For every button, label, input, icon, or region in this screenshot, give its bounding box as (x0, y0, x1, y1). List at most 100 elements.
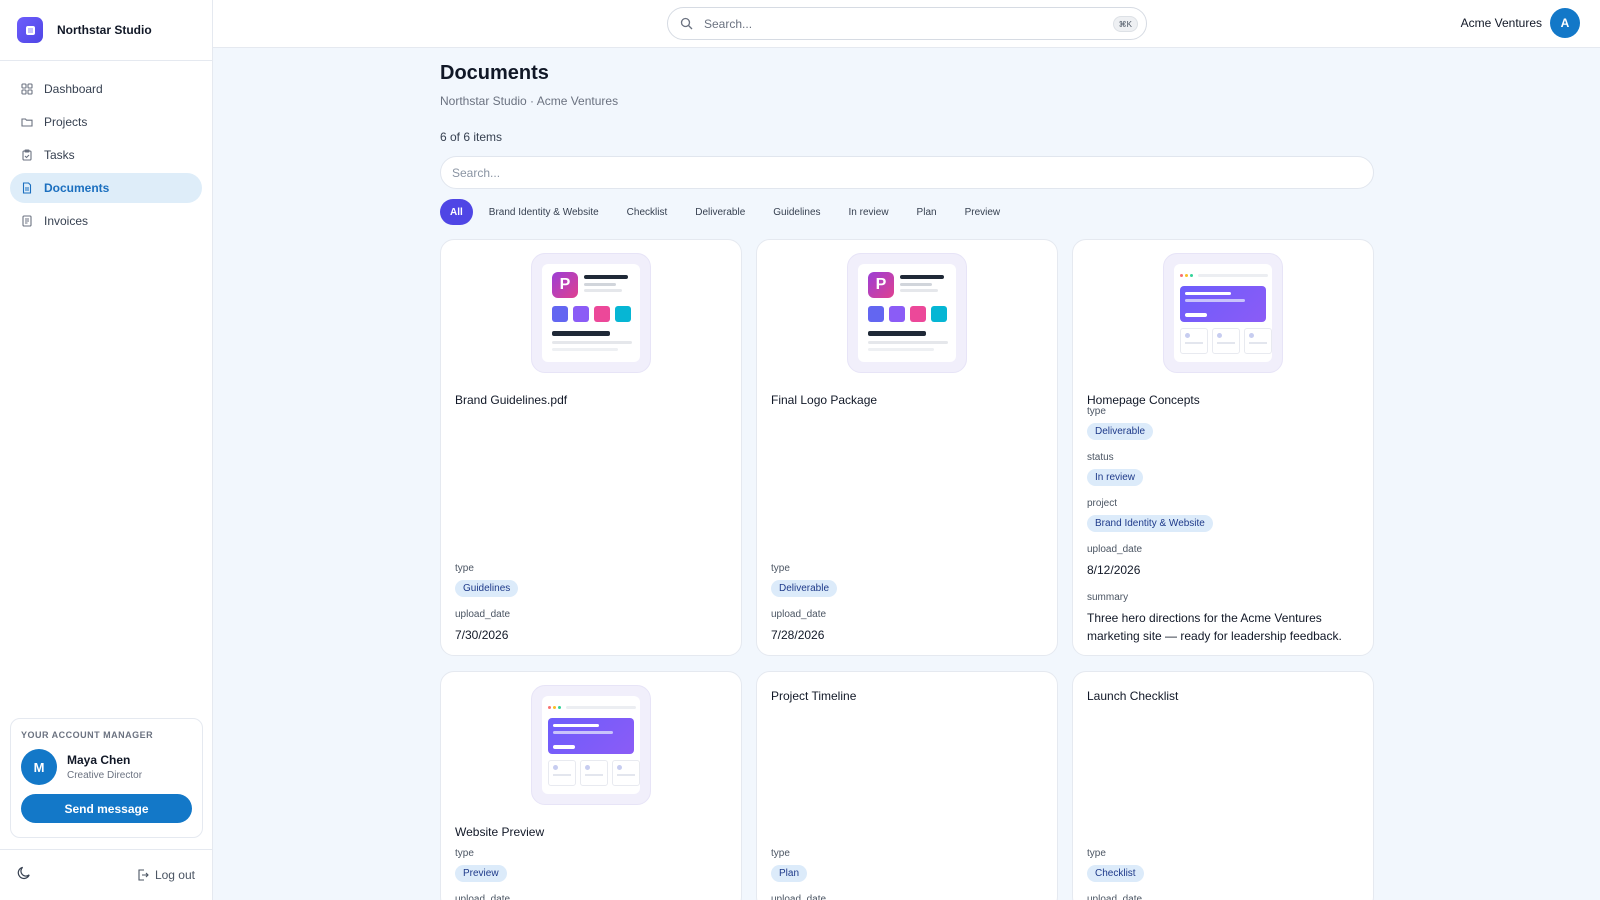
document-card[interactable]: Homepage Concepts type Deliverable statu… (1072, 239, 1374, 656)
moon-icon[interactable] (17, 865, 32, 885)
brand-sheet-thumbnail: P (858, 264, 956, 362)
summary-value: Three hero directions for the Acme Ventu… (1087, 611, 1342, 643)
sidebar-item-label: Invoices (44, 214, 89, 228)
account-manager-label: YOUR ACCOUNT MANAGER (21, 730, 154, 740)
field-label: type (1087, 406, 1106, 417)
document-thumbnail (1163, 253, 1283, 373)
type-badge: Preview (455, 865, 507, 882)
sidebar-item-documents[interactable]: Documents (10, 173, 202, 203)
field-label: upload_date (1087, 894, 1143, 900)
document-title: Project Timeline (771, 689, 857, 703)
documents-search[interactable] (440, 156, 1374, 189)
document-fields: type Checklist upload_date (1087, 848, 1359, 900)
sidebar-item-label: Tasks (44, 148, 75, 162)
type-badge: Plan (771, 865, 808, 882)
filter-chip-all[interactable]: All (440, 199, 473, 225)
account-menu[interactable]: Acme Ventures A (1461, 8, 1580, 38)
documents-grid: P Brand Guidelines.pdf type Guidelines u… (440, 239, 1374, 900)
document-fields: type Deliverable upload_date 7/28/2026 (771, 563, 1043, 655)
logout-icon (138, 869, 149, 881)
filter-chip-preview[interactable]: Preview (953, 199, 1013, 225)
search-icon (680, 17, 693, 30)
account-manager-card: YOUR ACCOUNT MANAGER M Maya Chen Creativ… (10, 718, 203, 838)
logo-p-icon: P (868, 272, 894, 298)
sidebar-item-label: Dashboard (44, 82, 103, 96)
invoice-icon (21, 215, 33, 227)
filter-chip-brand-identity-website[interactable]: Brand Identity & Website (477, 199, 611, 225)
filter-chip-checklist[interactable]: Checklist (615, 199, 680, 225)
document-card[interactable]: Launch Checklist type Checklist upload_d… (1072, 671, 1374, 900)
field-label: type (455, 563, 474, 574)
send-message-button[interactable]: Send message (21, 794, 192, 823)
document-thumbnail: P (531, 253, 651, 373)
main-content: Documents Northstar Studio · Acme Ventur… (440, 48, 1374, 900)
document-card[interactable]: P Brand Guidelines.pdf type Guidelines u… (440, 239, 742, 656)
window-dots-icon (548, 706, 561, 709)
account-manager-info: Maya Chen Creative Director (67, 753, 142, 781)
breadcrumb: Northstar Studio · Acme Ventures (440, 94, 619, 108)
documents-search-input[interactable] (452, 165, 1332, 180)
sidebar-nav: Dashboard Projects Tasks Documents Invoi… (0, 61, 212, 236)
sidebar-item-tasks[interactable]: Tasks (10, 140, 202, 170)
dashboard-icon (21, 83, 33, 95)
document-title: Brand Guidelines.pdf (455, 393, 568, 407)
folder-icon (21, 116, 33, 128)
account-manager-row: M Maya Chen Creative Director (21, 749, 192, 785)
sidebar: Northstar Studio Dashboard Projects Task… (0, 0, 213, 900)
project-badge: Brand Identity & Website (1087, 515, 1213, 532)
field-label: upload_date (1087, 544, 1143, 555)
sidebar-item-dashboard[interactable]: Dashboard (10, 74, 202, 104)
field-label: summary (1087, 592, 1129, 603)
sidebar-item-label: Projects (44, 115, 88, 129)
account-manager-name: Maya Chen (67, 753, 131, 767)
shortcut-hint: ⌘K (1112, 16, 1138, 32)
document-title: Homepage Concepts (1087, 393, 1200, 407)
sidebar-item-invoices[interactable]: Invoices (10, 206, 202, 236)
field-label: upload_date (455, 894, 511, 900)
document-fields: type Plan upload_date (771, 848, 1043, 900)
document-title: Launch Checklist (1087, 689, 1179, 703)
field-label: status (1087, 452, 1114, 463)
website-thumbnail (1174, 264, 1272, 362)
logout-button[interactable]: Log out (137, 868, 195, 882)
field-label: type (771, 563, 790, 574)
field-label: upload_date (771, 894, 827, 900)
document-fields: type Preview upload_date (455, 848, 727, 900)
filter-chip-plan[interactable]: Plan (905, 199, 949, 225)
account-manager-role: Creative Director (67, 770, 143, 781)
logo-p-icon: P (552, 272, 578, 298)
page-title: Documents (440, 62, 549, 84)
status-badge: In review (1087, 469, 1144, 486)
sidebar-item-projects[interactable]: Projects (10, 107, 202, 137)
filter-chip-deliverable[interactable]: Deliverable (683, 199, 757, 225)
field-label: project (1087, 498, 1118, 509)
filter-chips: All Brand Identity & Website Checklist D… (440, 199, 1374, 225)
document-card[interactable]: Website Preview type Preview upload_date (440, 671, 742, 900)
sidebar-footer: Log out (0, 849, 213, 900)
upload-date-value: 8/12/2026 (1087, 563, 1141, 577)
global-search-input[interactable] (704, 16, 1104, 31)
item-count: 6 of 6 items (440, 130, 503, 144)
document-title: Final Logo Package (771, 393, 878, 407)
document-card[interactable]: P Final Logo Package type Deliverable up… (756, 239, 1058, 656)
document-thumbnail (531, 685, 651, 805)
field-label: type (771, 848, 790, 859)
filter-chip-guidelines[interactable]: Guidelines (761, 199, 832, 225)
account-name: Acme Ventures (1460, 16, 1542, 30)
upload-date-value: 7/28/2026 (771, 628, 825, 642)
upload-date-value: 7/30/2026 (455, 628, 509, 642)
type-badge: Guidelines (455, 580, 519, 597)
document-title: Website Preview (455, 825, 545, 839)
brand-name: Northstar Studio (57, 23, 152, 37)
field-label: type (1087, 848, 1106, 859)
window-dots-icon (1180, 274, 1193, 277)
brand[interactable]: Northstar Studio (0, 0, 212, 61)
avatar: M (21, 749, 57, 785)
topbar: ⌘K Acme Ventures A (213, 0, 1600, 48)
field-label: type (455, 848, 474, 859)
global-search[interactable]: ⌘K (667, 7, 1147, 40)
logout-label: Log out (154, 868, 195, 882)
website-thumbnail (542, 696, 640, 794)
document-card[interactable]: Project Timeline type Plan upload_date (756, 671, 1058, 900)
filter-chip-in-review[interactable]: In review (837, 199, 901, 225)
